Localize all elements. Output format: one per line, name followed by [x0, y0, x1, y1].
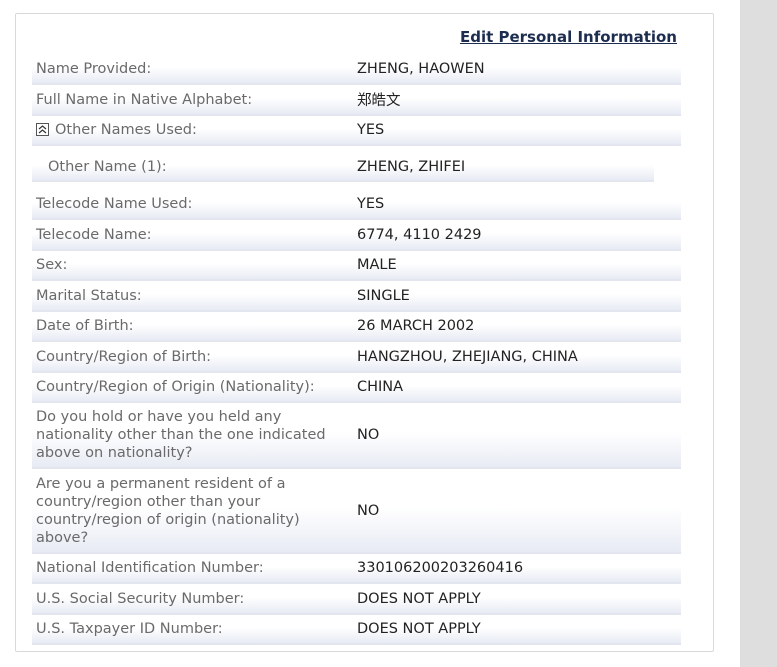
- row-telecode-name: Telecode Name: 6774, 4110 2429: [32, 220, 681, 251]
- label-other-names-used: Other Names Used:: [32, 121, 357, 139]
- row-other-nationality: Do you hold or have you held any nationa…: [32, 403, 681, 469]
- row-nationality: Country/Region of Origin (Nationality): …: [32, 373, 681, 403]
- value-sex: MALE: [357, 257, 397, 273]
- personal-info-panel: Edit Personal Information Name Provided:…: [15, 13, 714, 652]
- value-native-name: 郑皓文: [357, 93, 401, 109]
- row-other-name-1: Other Name (1): ZHENG, ZHIFEI: [32, 153, 654, 182]
- row-name-provided: Name Provided: ZHENG, HAOWEN: [32, 54, 681, 85]
- value-marital-status: SINGLE: [357, 287, 410, 304]
- row-native-name: Full Name in Native Alphabet: 郑皓文: [32, 85, 681, 116]
- label-date-of-birth: Date of Birth:: [36, 318, 134, 334]
- label-taxpayer-id: U.S. Taxpayer ID Number:: [36, 621, 223, 637]
- value-ssn: DOES NOT APPLY: [357, 590, 481, 607]
- row-ssn: U.S. Social Security Number: DOES NOT AP…: [32, 584, 681, 615]
- value-country-of-birth: HANGZHOU, ZHEJIANG, CHINA: [357, 348, 578, 365]
- label-nationality: Country/Region of Origin (Nationality):: [36, 379, 315, 395]
- label-native-name: Full Name in Native Alphabet:: [36, 91, 253, 108]
- edit-personal-information-link[interactable]: Edit Personal Information: [460, 28, 677, 46]
- label-other-nationality: Do you hold or have you held any nationa…: [36, 409, 326, 461]
- label-national-id: National Identification Number:: [36, 560, 264, 576]
- label-permanent-resident: Are you a permanent resident of a countr…: [36, 476, 300, 546]
- value-other-names-used: YES: [357, 122, 385, 138]
- row-country-of-birth: Country/Region of Birth: HANGZHOU, ZHEJI…: [32, 342, 681, 373]
- label-other-names-used-text: Other Names Used:: [55, 122, 197, 138]
- value-name-provided: ZHENG, HAOWEN: [357, 60, 485, 77]
- row-sex: Sex: MALE: [32, 251, 681, 281]
- label-marital-status: Marital Status:: [36, 287, 142, 304]
- row-taxpayer-id: U.S. Taxpayer ID Number: DOES NOT APPLY: [32, 615, 681, 645]
- collapse-icon[interactable]: [36, 123, 49, 136]
- value-telecode-name: 6774, 4110 2429: [357, 226, 482, 243]
- row-permanent-resident: Are you a permanent resident of a countr…: [32, 470, 681, 554]
- label-country-of-birth: Country/Region of Birth:: [36, 348, 212, 365]
- label-name-provided: Name Provided:: [36, 60, 152, 77]
- row-date-of-birth: Date of Birth: 26 MARCH 2002: [32, 312, 681, 342]
- value-nationality: CHINA: [357, 379, 404, 395]
- row-marital-status: Marital Status: SINGLE: [32, 281, 681, 312]
- label-sex: Sex:: [36, 257, 68, 273]
- value-national-id: 330106200203260416: [357, 560, 524, 576]
- right-gutter: [740, 0, 777, 667]
- value-other-nationality: NO: [357, 427, 380, 443]
- row-national-id: National Identification Number: 33010620…: [32, 554, 681, 584]
- value-date-of-birth: 26 MARCH 2002: [357, 318, 475, 334]
- row-other-names-used: Other Names Used: YES: [32, 116, 681, 146]
- value-taxpayer-id: DOES NOT APPLY: [357, 621, 481, 637]
- label-telecode-name-used: Telecode Name Used:: [36, 196, 193, 212]
- value-permanent-resident: NO: [357, 503, 380, 519]
- value-other-name-1: ZHENG, ZHIFEI: [357, 158, 466, 175]
- value-telecode-name-used: YES: [357, 196, 385, 212]
- label-telecode-name: Telecode Name:: [36, 226, 152, 243]
- label-ssn: U.S. Social Security Number:: [36, 590, 245, 607]
- label-other-name-1: Other Name (1):: [48, 158, 167, 175]
- row-telecode-name-used: Telecode Name Used: YES: [32, 190, 681, 220]
